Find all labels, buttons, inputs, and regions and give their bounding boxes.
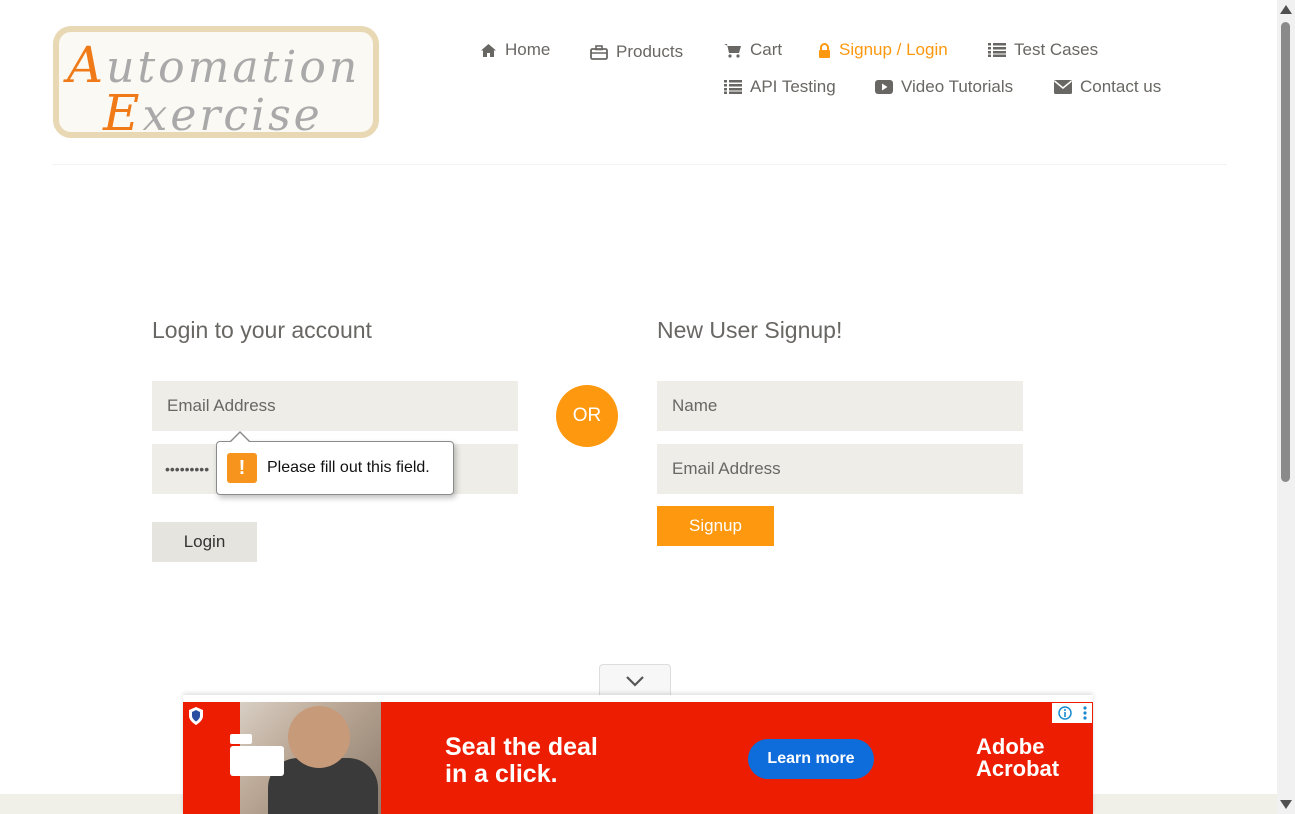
youtube-play-icon (875, 80, 893, 94)
nav-signup-login-label: Signup / Login (839, 40, 948, 59)
login-button[interactable]: Login (152, 522, 257, 562)
login-email-input[interactable] (165, 380, 518, 432)
logo-line1: Automation (67, 36, 361, 94)
nav-video-tutorials[interactable]: Video Tutorials (875, 77, 1013, 97)
shopping-cart-icon (724, 43, 741, 58)
signup-name-input[interactable] (670, 380, 1023, 432)
logo-line2: Exercise (103, 84, 323, 142)
ad-collapse-button[interactable] (599, 664, 671, 696)
signup-email-field[interactable] (657, 443, 1023, 495)
info-icon (1057, 706, 1072, 720)
nav-contact-us-label: Contact us (1080, 77, 1162, 96)
nav-products[interactable]: Products (590, 42, 683, 62)
scroll-up-arrow[interactable] (1280, 5, 1292, 14)
ad-brand: Adobe Acrobat (976, 734, 1060, 781)
nav-cart[interactable]: Cart (724, 40, 782, 60)
ad-banner[interactable]: Seal the deal in a click. Learn more Ado… (183, 702, 1093, 814)
nav-contact-us[interactable]: Contact us (1054, 77, 1161, 97)
signup-button[interactable]: Signup (657, 506, 774, 546)
warning-icon: ! (227, 453, 257, 483)
list-icon (988, 43, 1006, 57)
scrollbar-thumb[interactable] (1281, 22, 1290, 482)
nav-products-label: Products (616, 42, 684, 61)
nav-home-label: Home (505, 40, 551, 59)
or-divider: OR (556, 385, 618, 447)
more-options-icon (1082, 706, 1087, 720)
briefcase-icon (590, 44, 608, 60)
nav-cart-label: Cart (750, 40, 783, 59)
home-icon (481, 43, 496, 57)
login-heading: Login to your account (152, 317, 372, 343)
signup-heading: New User Signup! (657, 317, 843, 343)
chevron-down-icon (626, 675, 644, 687)
ad-headline: Seal the deal in a click. (445, 733, 598, 788)
validation-message: Please fill out this field. (267, 459, 430, 476)
signup-name-field[interactable] (657, 380, 1023, 432)
nav-home[interactable]: Home (480, 40, 550, 60)
nav-video-tutorials-label: Video Tutorials (901, 77, 1014, 96)
validation-tooltip: ! Please fill out this field. (216, 441, 454, 495)
scroll-down-arrow[interactable] (1280, 800, 1292, 809)
list-icon (724, 80, 742, 94)
login-password-value: ••••••••• (165, 461, 210, 477)
ad-choices[interactable] (1052, 703, 1092, 723)
nav-test-cases[interactable]: Test Cases (988, 40, 1098, 60)
nav-test-cases-label: Test Cases (1014, 40, 1099, 59)
tooltip-arrow (230, 433, 250, 443)
ad-learn-more-button[interactable]: Learn more (748, 739, 874, 779)
shield-icon (189, 707, 203, 725)
lock-icon (819, 42, 830, 58)
nav-signup-login[interactable]: Signup / Login (818, 40, 948, 60)
signup-email-input[interactable] (670, 443, 1023, 495)
login-email-field[interactable] (152, 380, 518, 432)
site-logo[interactable]: Automation Exercise (53, 26, 379, 138)
header-divider (52, 164, 1227, 165)
envelope-icon (1054, 80, 1072, 94)
nav-api-testing-label: API Testing (750, 77, 836, 96)
nav-api-testing[interactable]: API Testing (724, 77, 836, 97)
ad-photo (230, 702, 381, 814)
